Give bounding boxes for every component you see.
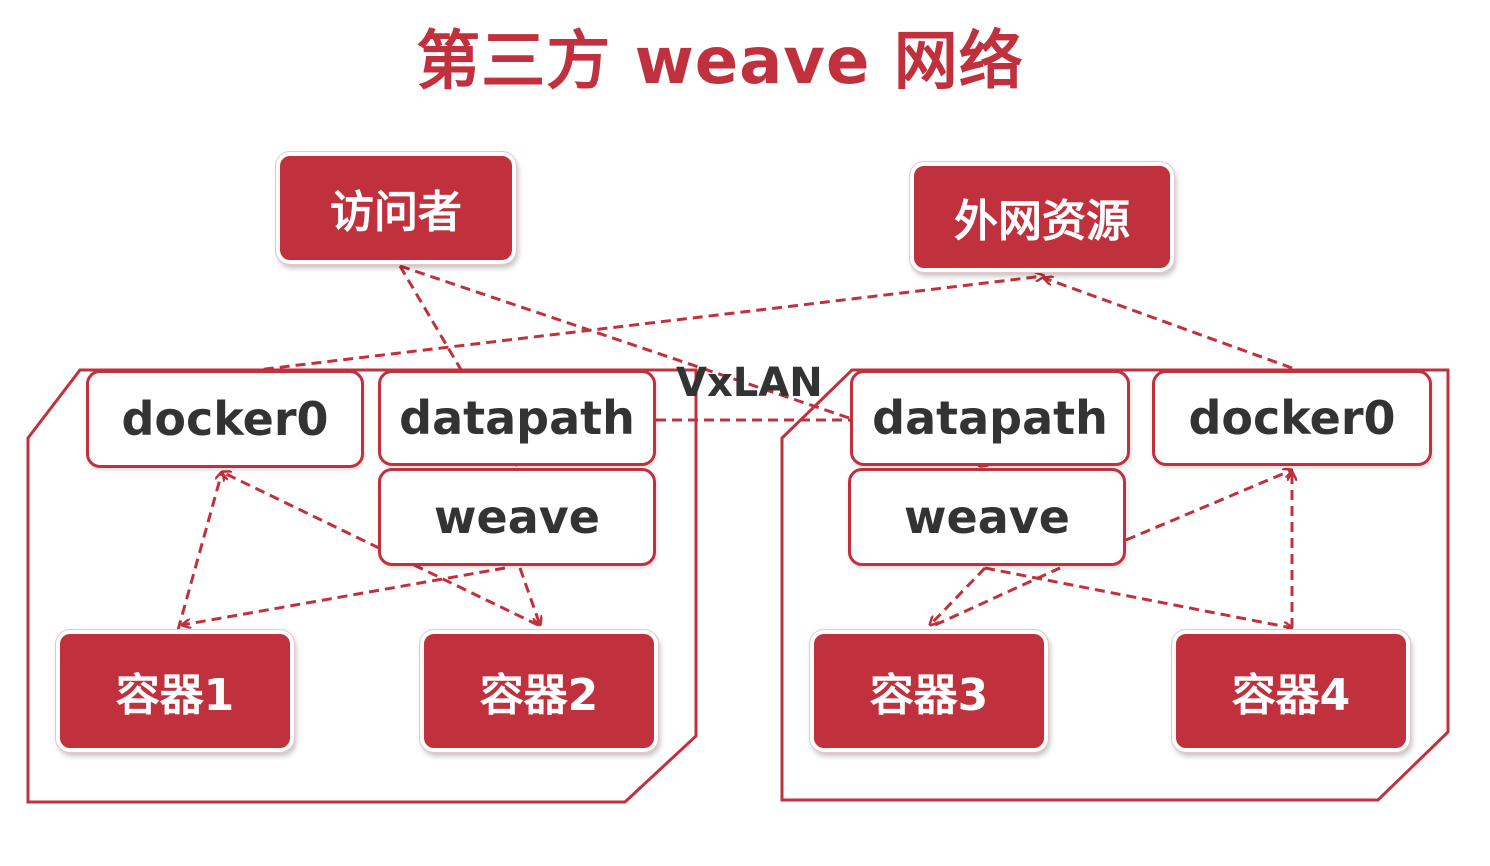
link-weave-docker0 [1125,470,1292,542]
link-container3-weave-cross [934,566,1061,627]
vxlan-label: VxLAN [676,360,823,406]
container2-node: 容器2 [419,629,659,753]
container1-node: 容器1 [55,629,295,753]
link-weave-container1 [182,566,506,625]
visitor-node: 访问者 [275,151,517,265]
container3-node: 容器3 [809,629,1049,753]
host1-weave-node: weave [378,468,656,566]
host2-weave-node: weave [848,468,1126,566]
link-weave-container3 [930,566,987,625]
host1-docker0-node: docker0 [86,370,364,468]
link-weave-container4 [984,566,1292,628]
link-host2-docker0-internet [1044,278,1293,370]
host2-datapath-node: datapath [850,370,1130,466]
container4-node: 容器4 [1171,629,1411,753]
host2-docker0-node: docker0 [1152,370,1432,466]
internet-resource-node: 外网资源 [909,161,1175,273]
host1-datapath-node: datapath [378,370,656,466]
link-host1-docker0-internet [231,276,1044,375]
link-container1-docker0 [176,472,222,631]
